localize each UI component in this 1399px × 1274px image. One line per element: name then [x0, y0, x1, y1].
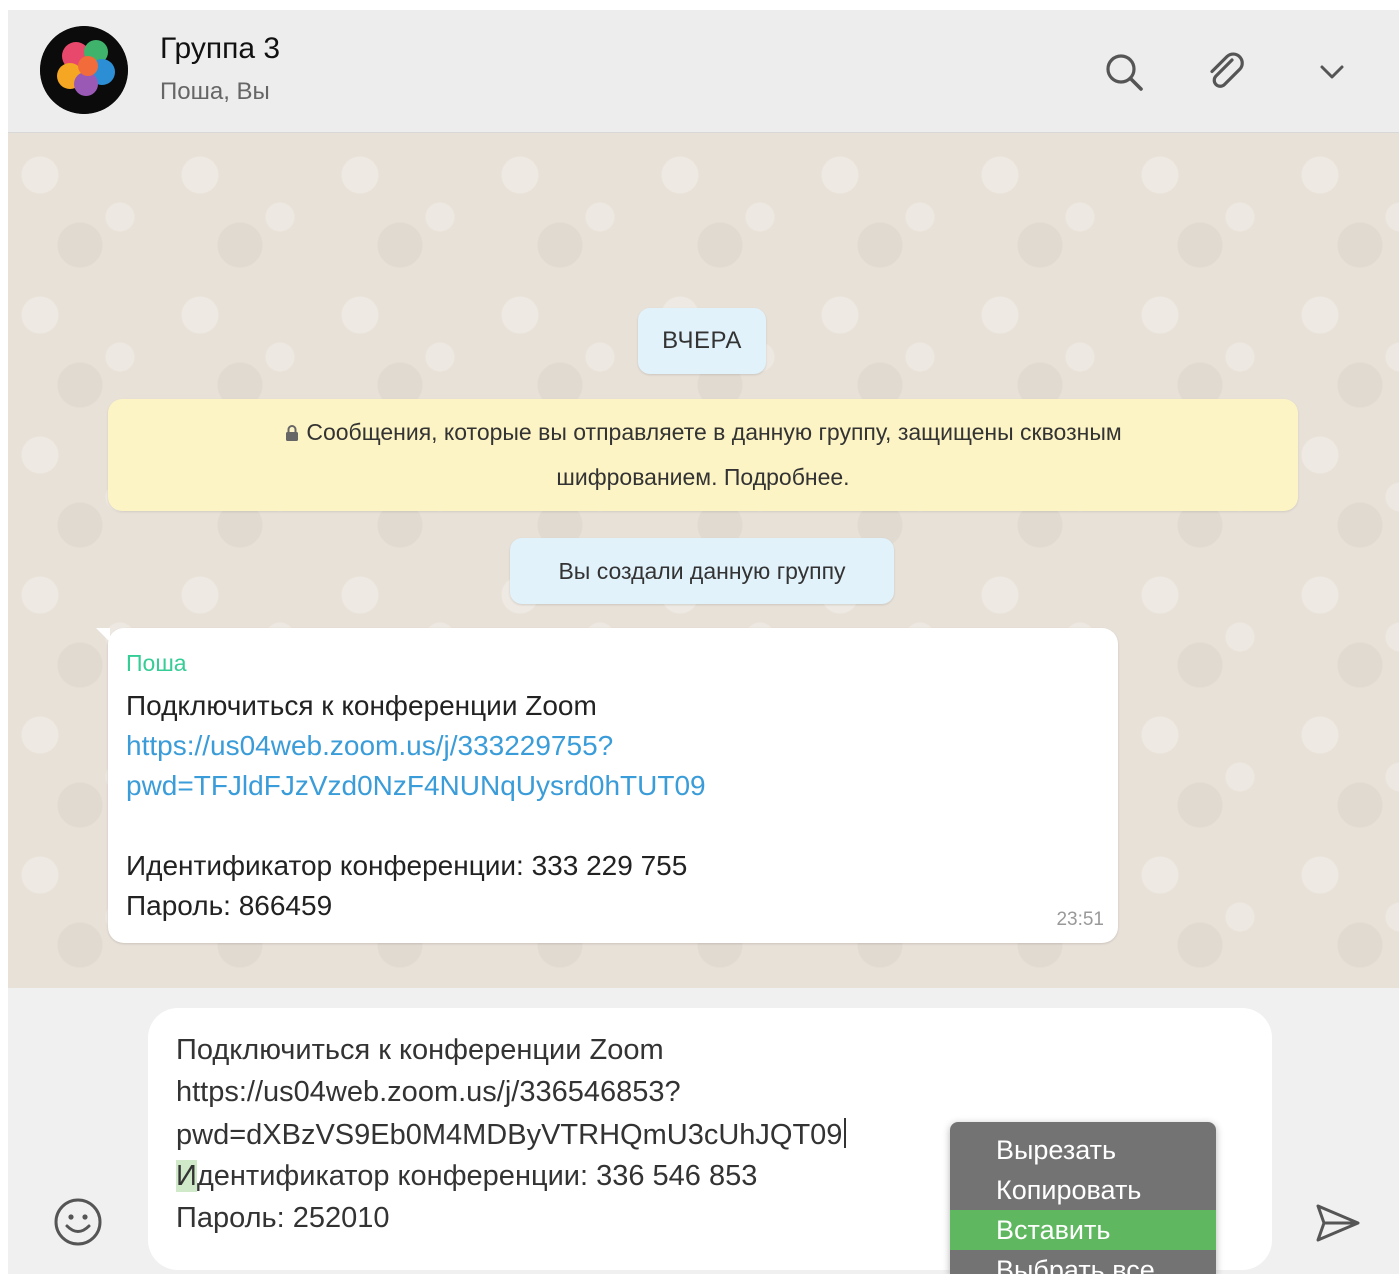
encryption-notice[interactable]: Сообщения, которые вы отправляете в данн… [108, 399, 1298, 511]
text-cursor [844, 1118, 847, 1148]
selection-highlight: И [176, 1160, 197, 1192]
message-tail [96, 628, 110, 642]
lock-icon [284, 413, 300, 456]
group-avatar[interactable] [40, 26, 128, 114]
menu-item-paste[interactable]: Вставить [950, 1210, 1216, 1250]
menu-item-copy[interactable]: Копировать [950, 1170, 1216, 1210]
send-icon[interactable] [1310, 1196, 1364, 1250]
chevron-down-icon[interactable] [1308, 48, 1356, 96]
chat-header: Группа 3 Поша, Вы [8, 10, 1399, 133]
system-message: Вы создали данную группу [510, 538, 894, 604]
message-password: Пароль: 866459 [126, 890, 333, 921]
avatar-image [40, 26, 128, 114]
incoming-message[interactable]: Поша Подключиться к конференции Zoom htt… [96, 628, 1118, 943]
input-text-line: pwd=dXBzVS9Eb0M4MDByVTRHQmU3cUhJQT09 [176, 1118, 847, 1152]
input-text-segment: pwd=dXBzVS9Eb0M4MDByVTRHQmU3cUhJQT09 [176, 1119, 843, 1151]
menu-item-select-all[interactable]: Выбрать все [950, 1250, 1216, 1274]
input-text-line: Пароль: 252010 [176, 1202, 390, 1234]
message-link-line[interactable]: pwd=TFJldFJzVzd0NzF4NUNqUysrd0hTUT09 [126, 770, 706, 802]
message-meeting-id: Идентификатор конференции: 333 229 755 [126, 850, 688, 881]
menu-item-cut[interactable]: Вырезать [950, 1130, 1216, 1170]
input-text-line: Подключиться к конференции Zoom [176, 1034, 664, 1066]
date-divider: ВЧЕРА [638, 308, 766, 374]
input-text-line: https://us04web.zoom.us/j/336546853? [176, 1076, 681, 1108]
input-text-line: Идентификатор конференции: 336 546 853 [176, 1160, 757, 1193]
message-link-line[interactable]: https://us04web.zoom.us/j/333229755? [126, 730, 613, 762]
input-text-segment: дентификатор конференции: 336 546 853 [196, 1160, 758, 1192]
message-sender[interactable]: Поша [126, 650, 187, 677]
message-list[interactable]: ВЧЕРА Сообщения, которые вы отправляете … [8, 133, 1399, 988]
encryption-notice-line: Сообщения, которые вы отправляете в данн… [168, 411, 1238, 456]
context-menu: Вырезать Копировать Вставить Выбрать все [950, 1122, 1216, 1274]
search-icon[interactable] [1100, 48, 1148, 96]
chat-window: Группа 3 Поша, Вы ВЧЕРА Сообщения, котор… [8, 10, 1399, 1274]
chat-participants[interactable]: Поша, Вы [160, 78, 270, 106]
chat-title[interactable]: Группа 3 [160, 32, 280, 66]
message-text-line: Подключиться к конференции Zoom [126, 690, 597, 721]
encryption-notice-text-2: шифрованием. Подробнее. [556, 464, 850, 490]
encryption-notice-text-1: Сообщения, которые вы отправляете в данн… [306, 419, 1122, 445]
emoji-icon[interactable] [52, 1196, 104, 1248]
paperclip-icon[interactable] [1202, 48, 1250, 96]
message-timestamp: 23:51 [1056, 909, 1104, 930]
